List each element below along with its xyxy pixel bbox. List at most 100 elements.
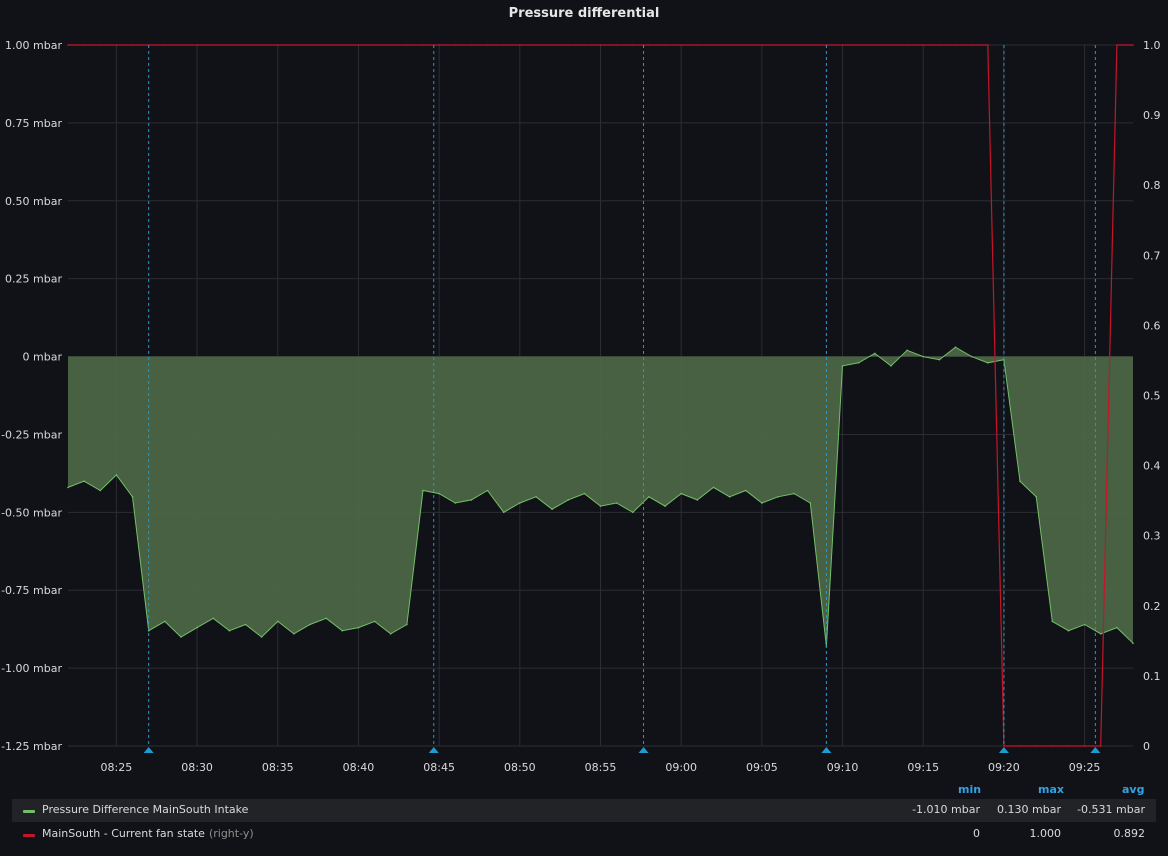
pressure-data-point	[954, 346, 957, 349]
pressure-data-point	[841, 365, 844, 367]
fan-state-data-point	[389, 44, 392, 46]
fan-state-data-point	[406, 44, 408, 46]
fan-state-data-point	[454, 44, 457, 46]
pressure-data-point	[373, 620, 376, 623]
series-color-swatch[interactable]	[23, 834, 35, 837]
pressure-data-point	[938, 358, 941, 361]
pressure-data-point	[857, 362, 860, 364]
fan-state-data-point	[438, 44, 440, 46]
fan-state-data-point	[357, 44, 360, 46]
fan-state-data-point	[987, 44, 989, 46]
left-axis-tick-label: -0.75 mbar	[1, 584, 62, 597]
pressure-data-point	[761, 502, 763, 504]
fan-state-data-point	[696, 44, 699, 46]
pressure-data-point	[744, 489, 747, 492]
pressure-data-point	[196, 626, 198, 629]
pressure-data-point	[99, 489, 102, 492]
x-axis-tick-label: 08:40	[343, 761, 375, 774]
legend-header-max[interactable]: max	[1038, 783, 1064, 796]
pressure-chart[interactable]: 1.00 mbar 0.75 mbar 0.50 mbar 0.25 mbar 0 mb…	[0, 0, 1168, 780]
pressure-data-point	[599, 505, 602, 507]
pressure-data-point	[277, 620, 279, 623]
pressure-data-point	[664, 505, 666, 507]
fan-state-data-point	[664, 44, 666, 46]
legend-series-name[interactable]: Pressure Difference MainSouth Intake	[42, 803, 248, 816]
pressure-data-point	[1132, 642, 1134, 644]
pressure-data-point	[502, 511, 505, 514]
pressure-data-point	[244, 623, 247, 626]
pressure-data-point	[874, 352, 876, 355]
pressure-data-point	[1099, 633, 1102, 635]
fan-state-data-point	[486, 44, 489, 46]
fan-state-data-point	[632, 44, 634, 46]
x-axis-tick-label: 08:45	[423, 761, 455, 774]
x-axis-tick-label: 09:20	[988, 761, 1020, 774]
x-axis-tick-label: 09:15	[907, 761, 939, 774]
fan-state-data-point	[712, 44, 715, 46]
pressure-data-point	[83, 480, 85, 483]
legend-min-value: -1.010 mbar	[912, 803, 980, 816]
fan-state-data-point	[938, 44, 941, 46]
pressure-data-point	[212, 617, 214, 620]
pressure-data-point	[535, 496, 537, 498]
left-axis-tick-label: 0.50 mbar	[5, 195, 62, 208]
fan-state-data-point	[309, 44, 311, 46]
pressure-data-point	[712, 486, 715, 489]
right-axis-tick-label: 0.2	[1143, 600, 1161, 613]
fan-state-data-point	[1051, 745, 1054, 747]
legend-header-min[interactable]: min	[958, 783, 981, 796]
right-axis-tick-label: 0.7	[1143, 249, 1161, 262]
pressure-data-point	[809, 502, 812, 504]
fan-state-data-point	[906, 44, 908, 46]
pressure-data-point	[180, 636, 182, 638]
fan-state-data-point	[857, 44, 860, 46]
annotation-marker	[638, 747, 649, 753]
x-axis-tick-label: 09:10	[827, 761, 859, 774]
fan-state-data-point	[212, 44, 214, 46]
pressure-data-point	[1019, 480, 1021, 483]
fan-state-data-point	[341, 44, 344, 46]
fan-state-data-point	[535, 44, 537, 46]
pressure-data-point	[389, 633, 392, 635]
legend-row-fan-state[interactable]: MainSouth - Current fan state (right-y) 0…	[12, 823, 1156, 846]
pressure-data-point	[777, 496, 779, 498]
pressure-data-point	[454, 502, 457, 504]
fan-state-data-point	[567, 44, 569, 46]
fan-state-data-point	[277, 44, 279, 46]
pressure-data-point	[1083, 623, 1086, 626]
fan-state-data-point	[67, 44, 69, 46]
pressure-data-point	[115, 474, 118, 476]
legend-avg-value: -0.531 mbar	[1077, 803, 1145, 816]
legend-row-pressure[interactable]: Pressure Difference MainSouth Intake -1.…	[12, 799, 1156, 822]
legend-header-avg[interactable]: avg	[1122, 783, 1144, 796]
fan-state-data-point	[583, 44, 586, 46]
fan-state-data-point	[793, 44, 795, 46]
pressure-data-point	[228, 629, 231, 632]
pressure-data-point	[164, 620, 166, 623]
x-axis-tick-label: 08:35	[262, 761, 294, 774]
annotation-marker	[143, 747, 154, 753]
fan-state-data-point	[373, 44, 376, 46]
fan-state-data-point	[502, 44, 505, 46]
right-axis-tick-label: 0.8	[1143, 179, 1161, 192]
pressure-data-point	[357, 626, 360, 629]
fan-state-data-point	[115, 44, 118, 46]
fan-state-data-point	[954, 44, 957, 46]
pressure-data-point	[890, 365, 892, 367]
fan-state-data-point	[728, 44, 731, 46]
pressure-data-point	[680, 492, 682, 495]
legend-series-name[interactable]: MainSouth - Current fan state (right-y)	[42, 827, 254, 840]
fan-state-data-point	[99, 44, 102, 46]
pressure-data-point	[696, 499, 699, 501]
pressure-data-point	[793, 492, 795, 495]
series-color-swatch[interactable]	[23, 810, 35, 813]
left-axis-tick-label: 0 mbar	[23, 351, 63, 364]
x-axis-tick-label: 08:55	[585, 761, 617, 774]
right-axis-tick-label: 0.6	[1143, 319, 1161, 332]
x-axis-tick-label: 08:50	[504, 761, 536, 774]
right-axis-tick-label: 1.0	[1143, 39, 1161, 52]
fan-state-data-point	[551, 44, 553, 46]
fan-state-data-point	[599, 44, 602, 46]
pressure-data-point	[632, 511, 634, 514]
pressure-data-point	[970, 355, 973, 358]
